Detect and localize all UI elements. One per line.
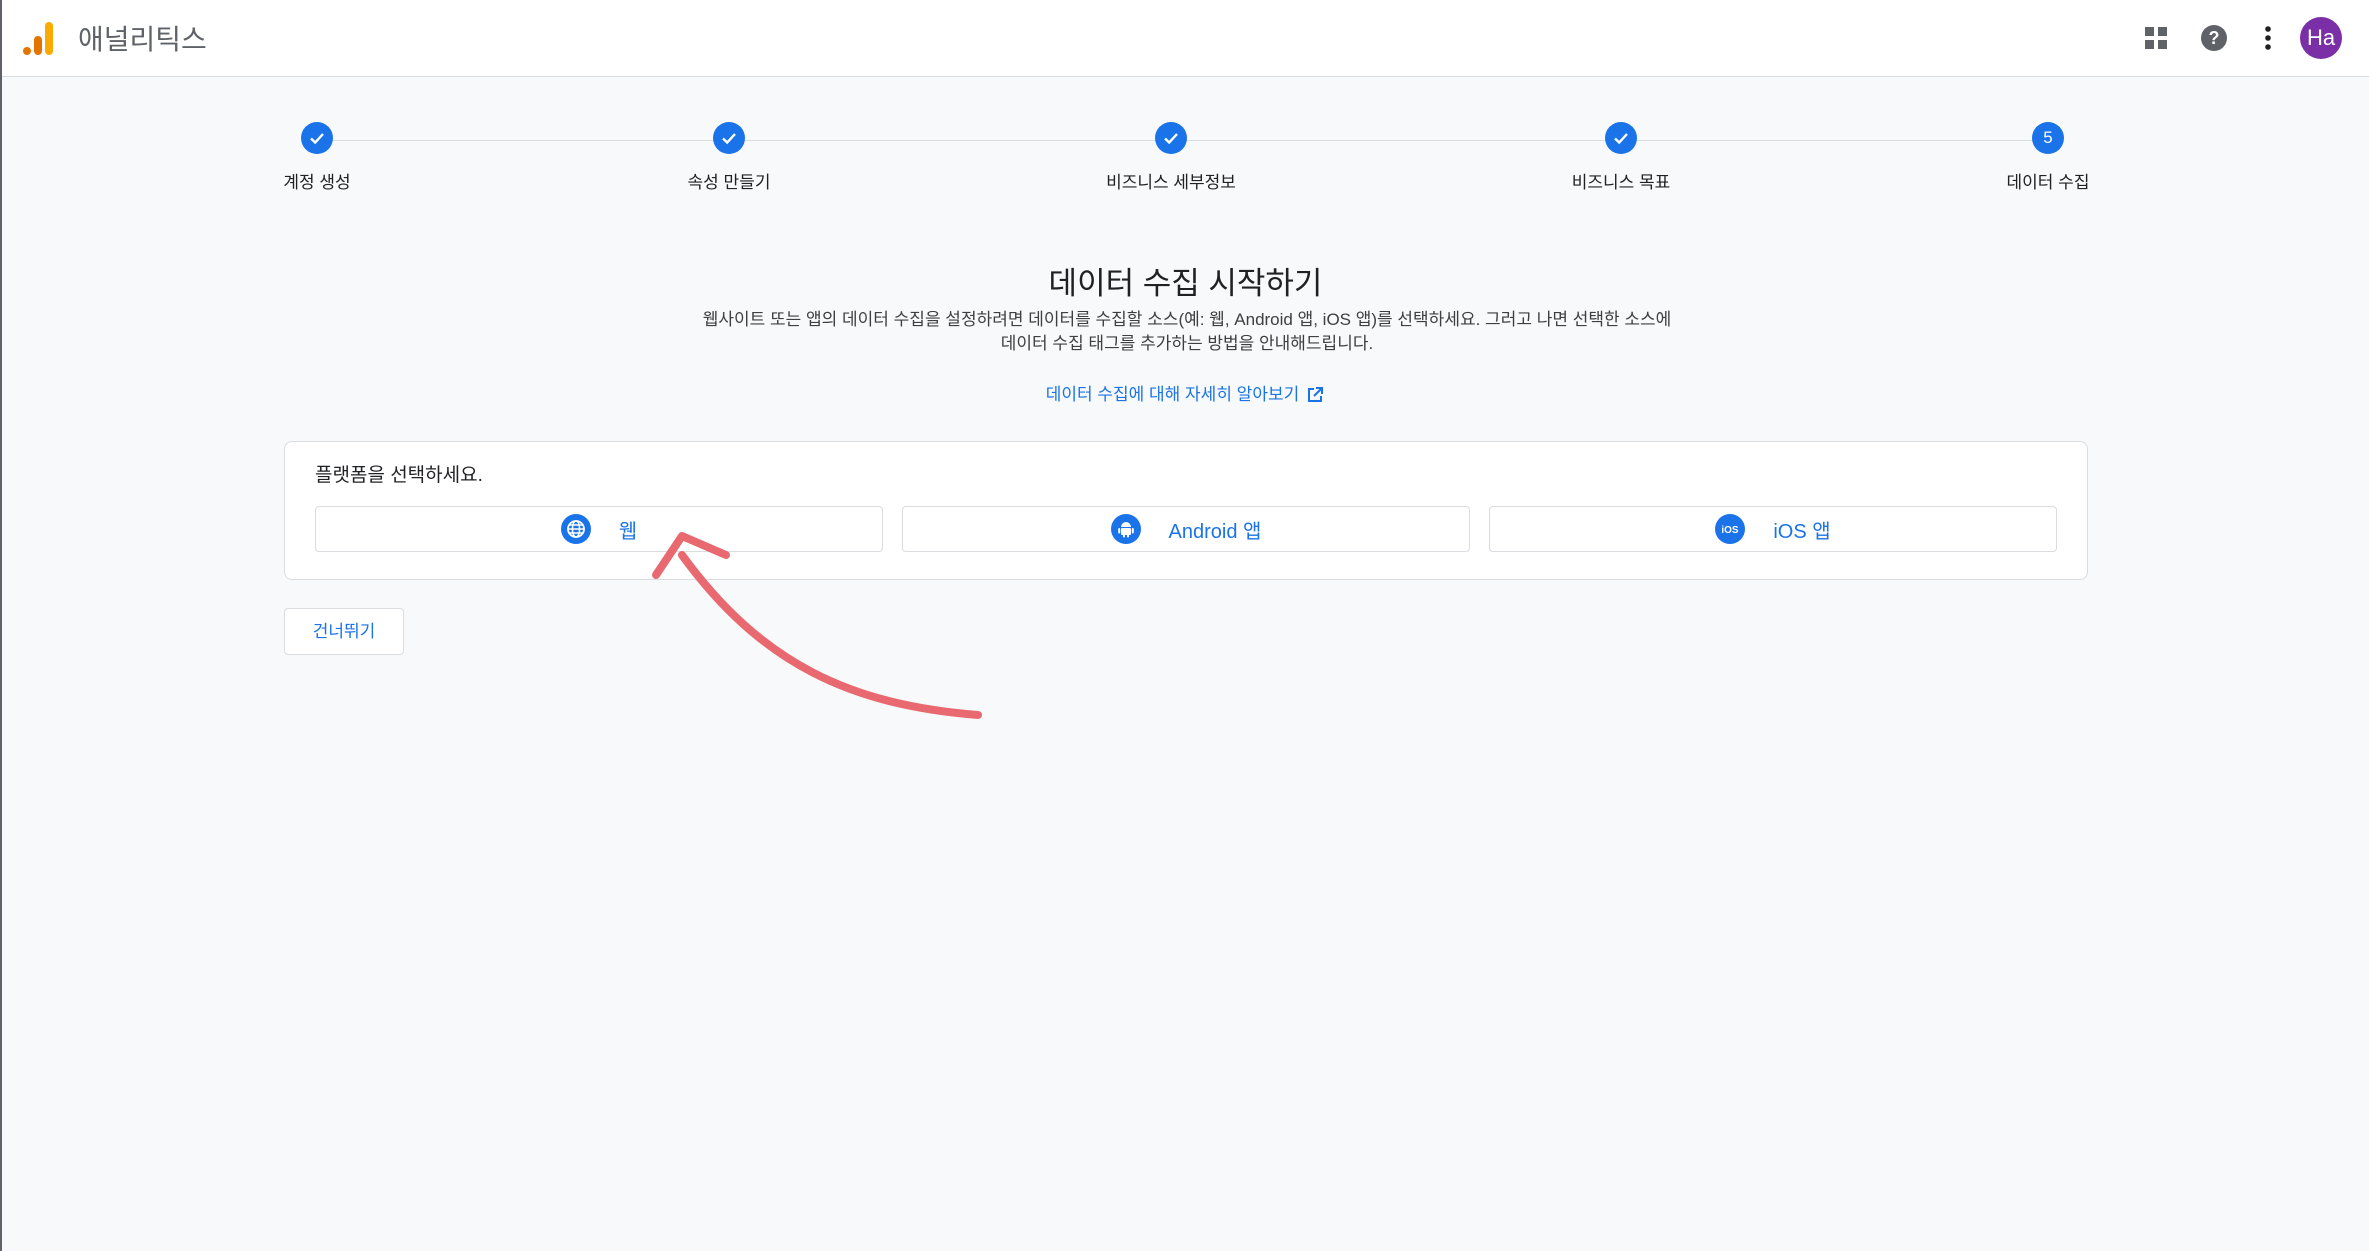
step-account-create: 계정 생성	[197, 122, 437, 193]
annotation-arrow-icon	[652, 532, 982, 719]
platform-select-card: 플랫폼을 선택하세요. 웹 Android 앱 iOS iOS 앱	[284, 441, 2088, 580]
step-business-goals: 비즈니스 목표	[1501, 122, 1741, 193]
step-complete-check-icon	[301, 122, 333, 154]
help-icon[interactable]: ?	[2196, 20, 2232, 56]
step-number: 5	[2032, 122, 2064, 154]
ios-icon: iOS	[1715, 514, 1746, 544]
step-label: 비즈니스 목표	[1571, 173, 1671, 192]
ios-platform-label: iOS 앱	[1773, 520, 1831, 543]
step-business-details: 비즈니스 세부정보	[1051, 122, 1291, 193]
analytics-logo-icon[interactable]	[22, 20, 54, 56]
android-icon	[1110, 514, 1141, 544]
step-complete-check-icon	[1605, 122, 1637, 154]
step-label: 비즈니스 세부정보	[1106, 173, 1236, 192]
step-create-property: 속성 만들기	[609, 122, 849, 193]
ios-platform-button[interactable]: iOS iOS 앱	[1489, 506, 2057, 552]
step-complete-check-icon	[713, 122, 745, 154]
learn-more-label: 데이터 수집에 대해 자세히 알아보기	[1045, 385, 1300, 404]
step-data-collection: 5 데이터 수집	[1928, 122, 2168, 193]
step-label: 데이터 수집	[2006, 173, 2090, 192]
app-title: 애널리틱스	[78, 24, 207, 55]
account-avatar[interactable]: Ha	[2300, 17, 2342, 59]
learn-more-link[interactable]: 데이터 수집에 대해 자세히 알아보기	[2, 380, 2369, 405]
web-platform-label: 웹	[618, 520, 638, 543]
svg-text:iOS: iOS	[1722, 525, 1740, 536]
step-label: 속성 만들기	[687, 173, 771, 192]
svg-text:?: ?	[2209, 28, 2220, 48]
globe-icon	[560, 514, 591, 544]
external-link-icon	[1308, 387, 1324, 402]
top-app-bar: 애널리틱스 ? Ha	[2, 0, 2369, 77]
step-complete-check-icon	[1155, 122, 1187, 154]
apps-grid-icon[interactable]	[2138, 20, 2174, 56]
page-description: 웹사이트 또는 앱의 데이터 수집을 설정하려면 데이터를 수집할 소스(예: …	[702, 310, 1672, 353]
more-vert-icon[interactable]	[2250, 20, 2286, 56]
platform-card-title: 플랫폼을 선택하세요.	[315, 465, 483, 486]
step-label: 계정 생성	[283, 173, 351, 192]
android-platform-label: Android 앱	[1168, 520, 1262, 543]
page-title: 데이터 수집 시작하기	[1048, 266, 1323, 301]
skip-button[interactable]: 건너뛰기	[284, 608, 404, 655]
